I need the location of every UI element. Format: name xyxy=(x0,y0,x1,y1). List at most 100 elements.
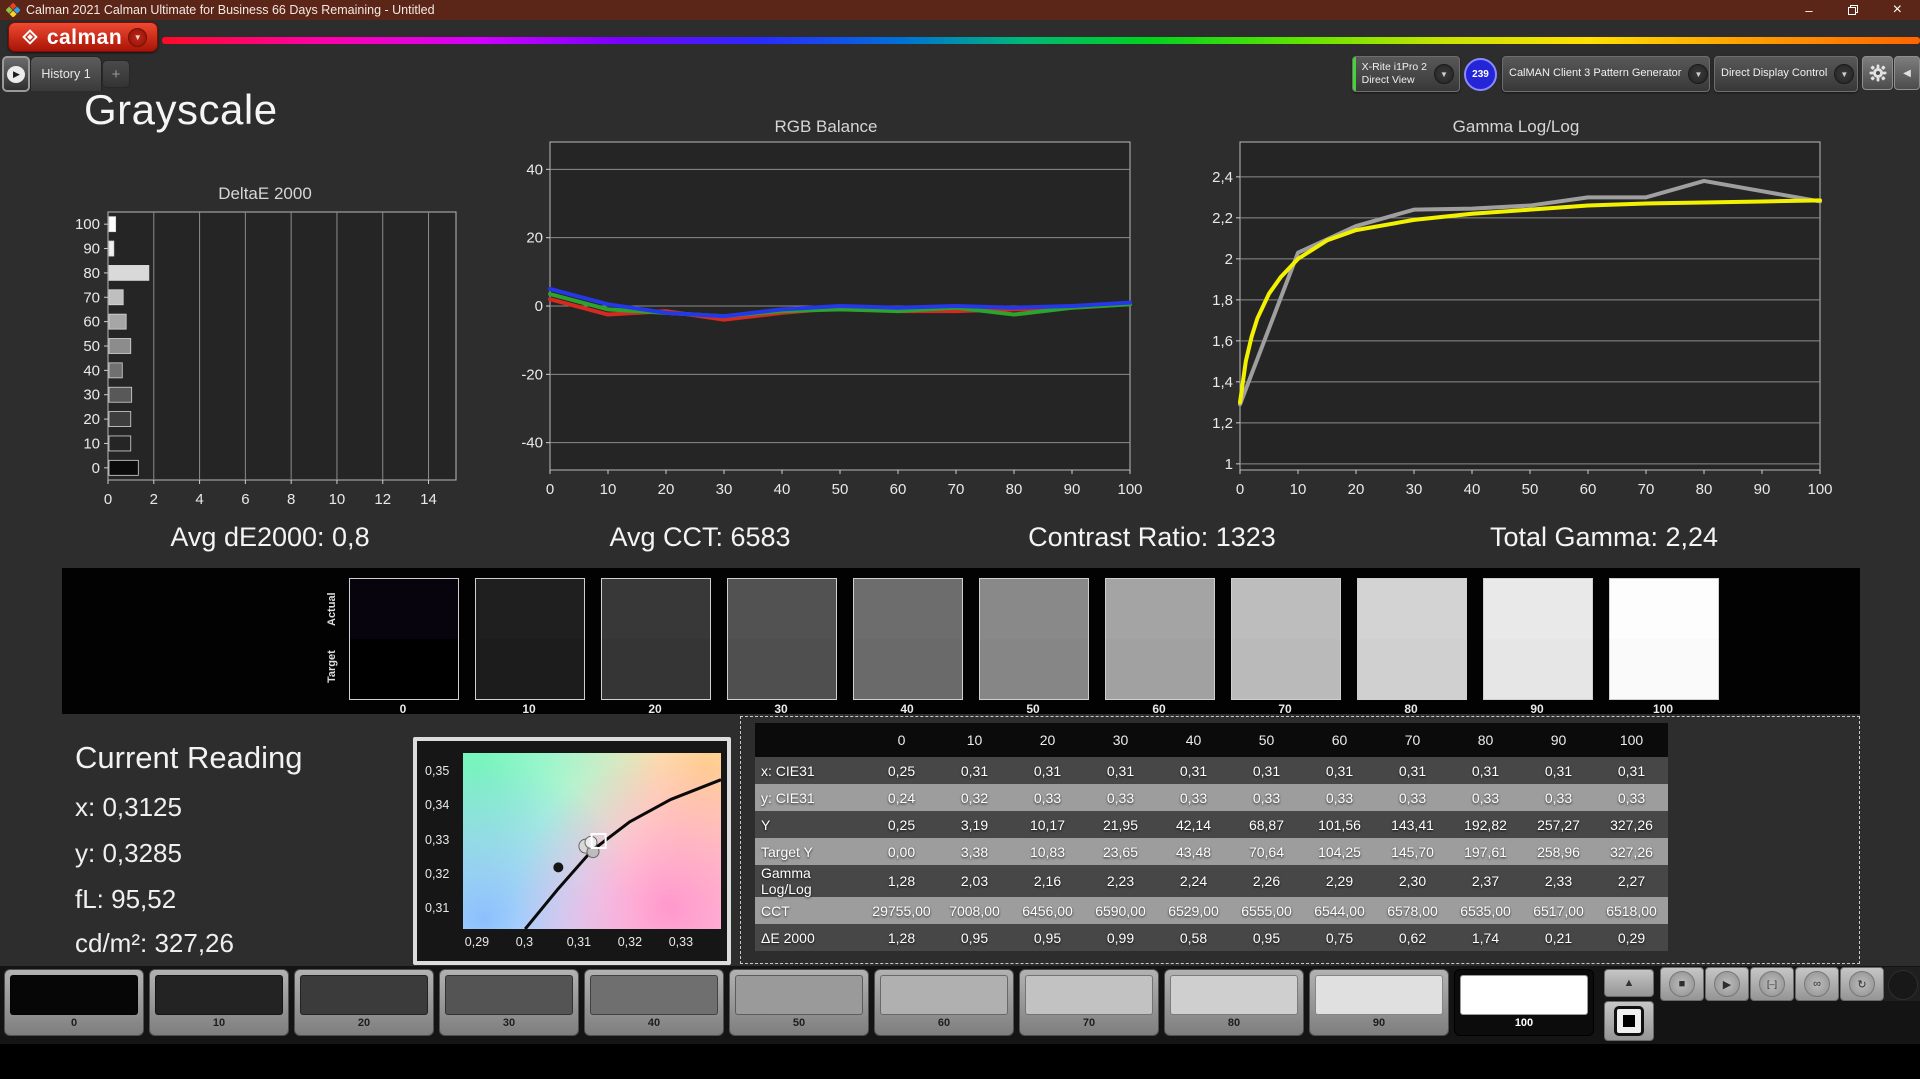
svg-text:10: 10 xyxy=(1290,481,1307,498)
svg-text:70: 70 xyxy=(948,481,965,498)
pattern-patch-40[interactable]: 40 xyxy=(584,969,724,1036)
table-cell: 0,33 xyxy=(1084,784,1157,811)
pattern-patch-0[interactable]: 0 xyxy=(4,969,144,1036)
swatch-0 xyxy=(349,578,459,700)
table-cell: 6535,00 xyxy=(1449,897,1522,924)
swatch-target xyxy=(1106,639,1214,699)
pattern-patch-10[interactable]: 10 xyxy=(149,969,289,1036)
range-button[interactable]: [–] xyxy=(1750,967,1794,1001)
table-cell: 2,24 xyxy=(1157,865,1230,897)
svg-text:12: 12 xyxy=(374,491,391,508)
table-row: ΔE 2000 1,28 0,95 0,95 0,99 0,58 0,95 0,75 0,62 1… xyxy=(755,924,1668,951)
svg-text:100: 100 xyxy=(1117,481,1142,498)
table-cell: 0,24 xyxy=(865,784,938,811)
pattern-patch-50[interactable]: 50 xyxy=(729,969,869,1036)
table-cell: 0,33 xyxy=(1157,784,1230,811)
pattern-patch-70[interactable]: 70 xyxy=(1019,969,1159,1036)
pattern-window-button[interactable] xyxy=(1604,1001,1654,1041)
inactive-control-slot xyxy=(1884,967,1920,1001)
swatch-20 xyxy=(601,578,711,700)
calman-menu-caret-icon[interactable]: ▼ xyxy=(128,27,148,47)
pattern-patch-label: 10 xyxy=(212,1017,226,1029)
table-cell: 1,28 xyxy=(865,924,938,951)
table-cell: 2,30 xyxy=(1376,865,1449,897)
pattern-patch-90[interactable]: 90 xyxy=(1309,969,1449,1036)
svg-text:2,4: 2,4 xyxy=(1212,169,1233,186)
refresh-button[interactable]: ↻ xyxy=(1840,967,1884,1001)
swatch-actual xyxy=(1358,579,1466,639)
table-cell: 2,33 xyxy=(1522,865,1595,897)
svg-text:10: 10 xyxy=(600,481,617,498)
meter-status-accent xyxy=(1353,57,1356,91)
pattern-patch-100[interactable]: 100 xyxy=(1454,969,1594,1036)
swatch-60 xyxy=(1105,578,1215,700)
table-column-header: 50 xyxy=(1230,723,1303,757)
table-cell: 0,33 xyxy=(1522,784,1595,811)
pattern-patch-label: 90 xyxy=(1372,1017,1386,1029)
table-cell: 2,23 xyxy=(1084,865,1157,897)
pattern-patch-label: 20 xyxy=(357,1017,371,1029)
table-cell: 0,21 xyxy=(1522,924,1595,951)
close-icon[interactable]: × xyxy=(1893,2,1902,18)
deltae-chart-title: DeltaE 2000 xyxy=(218,184,312,203)
table-cell: 145,70 xyxy=(1376,838,1449,865)
swatch-70 xyxy=(1231,578,1341,700)
table-row-label: x: CIE31 xyxy=(755,757,865,784)
table-cell: 0,25 xyxy=(865,757,938,784)
add-tab-button[interactable]: + xyxy=(102,60,130,88)
calman-menu-button[interactable]: calman ▼ xyxy=(8,22,158,52)
table-cell: 10,83 xyxy=(1011,838,1084,865)
table-cell: 6590,00 xyxy=(1084,897,1157,924)
pattern-generator-dropdown[interactable]: CalMAN Client 3 Pattern Generator ▼ xyxy=(1502,56,1710,92)
pattern-patch-30[interactable]: 30 xyxy=(439,969,579,1036)
svg-text:90: 90 xyxy=(1754,481,1771,498)
svg-text:20: 20 xyxy=(83,411,100,428)
swatch-40 xyxy=(853,578,963,700)
play-button[interactable]: ▶ xyxy=(1705,967,1749,1001)
table-cell: 2,26 xyxy=(1230,865,1303,897)
table-cell: 0,58 xyxy=(1157,924,1230,951)
display-control-caret-icon: ▼ xyxy=(1834,64,1855,84)
table-cell: 0,95 xyxy=(938,924,1011,951)
gear-icon xyxy=(1869,64,1886,82)
tab-scroll-button[interactable]: ▶ xyxy=(2,56,30,92)
svg-text:1,2: 1,2 xyxy=(1212,415,1233,432)
pattern-bar-expand-button[interactable]: ▲ xyxy=(1604,969,1654,997)
svg-text:50: 50 xyxy=(1522,481,1539,498)
pattern-patch-80[interactable]: 80 xyxy=(1164,969,1304,1036)
table-cell: 2,37 xyxy=(1449,865,1522,897)
swatch-level-label: 50 xyxy=(1026,702,1040,716)
loop-button[interactable]: ∞ xyxy=(1795,967,1839,1001)
meter-dropdown[interactable]: X-Rite i1Pro 2 Direct View ▼ xyxy=(1352,56,1460,92)
minimize-icon[interactable]: – xyxy=(1805,4,1812,17)
swatch-actual xyxy=(728,579,836,639)
table-cell: 258,96 xyxy=(1522,838,1595,865)
table-column-header: 60 xyxy=(1303,723,1376,757)
meter-count-badge[interactable]: 239 xyxy=(1464,58,1497,91)
bottom-black-bar xyxy=(0,1044,1920,1079)
table-cell: 0,33 xyxy=(1303,784,1376,811)
swatch-level-label: 80 xyxy=(1404,702,1418,716)
table-cell: 0,95 xyxy=(1230,924,1303,951)
swatch-actual xyxy=(350,579,458,639)
swatch-10 xyxy=(475,578,585,700)
stop-button[interactable]: ■ xyxy=(1660,967,1704,1001)
pattern-patch-60[interactable]: 60 xyxy=(874,969,1014,1036)
display-control-dropdown[interactable]: Direct Display Control ▼ xyxy=(1714,56,1858,92)
settings-button[interactable] xyxy=(1862,56,1893,90)
swatch-target xyxy=(1610,639,1718,699)
gamma-chart-title: Gamma Log/Log xyxy=(1452,117,1580,136)
restore-icon[interactable] xyxy=(1847,4,1859,16)
swatch-actual xyxy=(1232,579,1340,639)
svg-text:4: 4 xyxy=(195,491,203,508)
meter-name: X-Rite i1Pro 2 xyxy=(1361,60,1427,73)
table-cell: 0,31 xyxy=(1376,757,1449,784)
collapse-panel-button[interactable]: ◀ xyxy=(1894,56,1920,90)
swatch-target xyxy=(1358,639,1466,699)
pattern-patch-20[interactable]: 20 xyxy=(294,969,434,1036)
stat-avg-de2000: Avg dE2000: 0,8 xyxy=(170,522,370,552)
svg-text:50: 50 xyxy=(832,481,849,498)
pattern-patch-label: 100 xyxy=(1514,1017,1534,1029)
cie-chromaticity-chart: 0,35 0,34 0,33 0,32 0,31 0,29 0,3 0,31 0,32 0,33 xyxy=(413,737,731,965)
calman-wordmark: calman xyxy=(46,25,123,49)
